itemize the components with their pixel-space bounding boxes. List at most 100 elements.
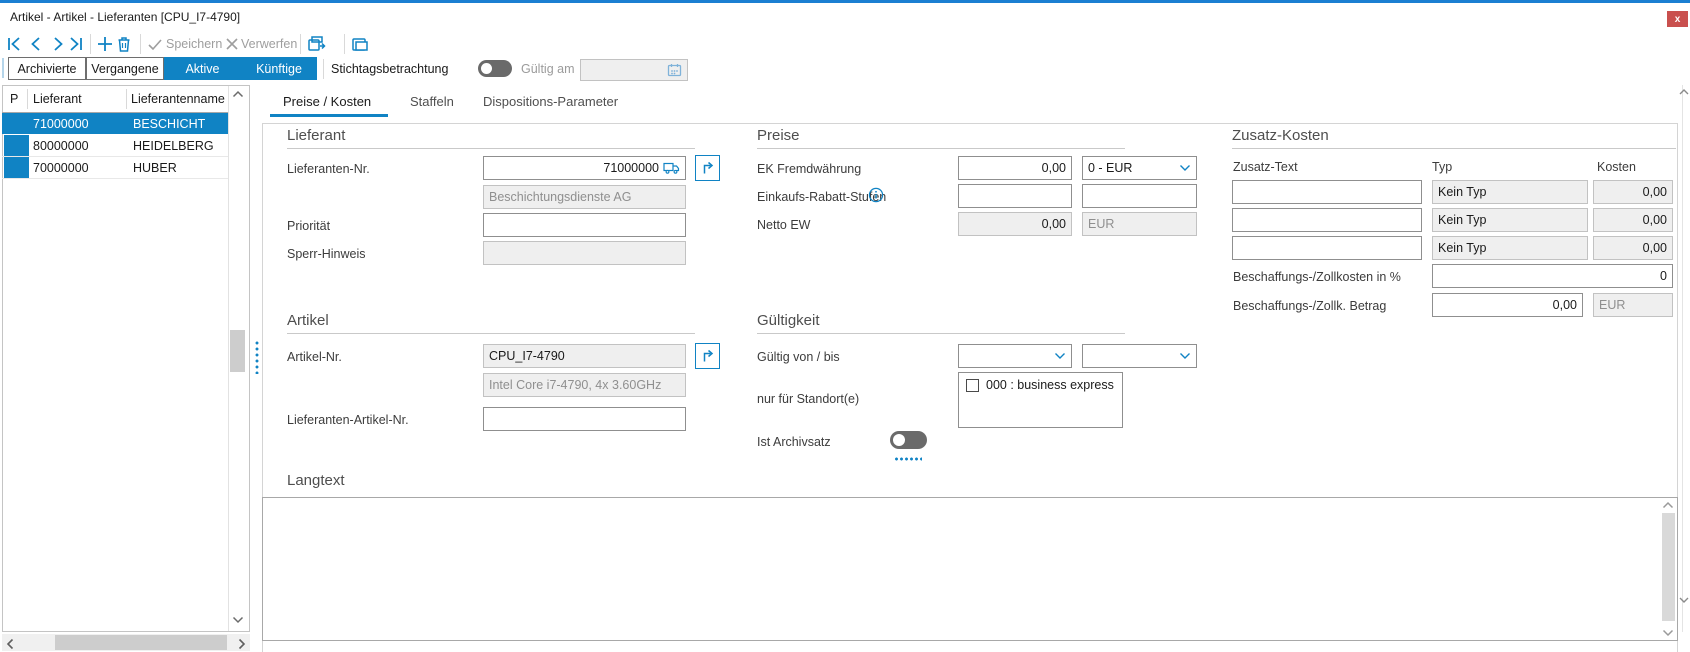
nav-last-button[interactable] — [66, 34, 86, 54]
column-header-lieferantenname[interactable]: Lieferantenname — [131, 92, 225, 106]
lieferanten-nr-input[interactable]: 71000000 — [483, 156, 686, 180]
delete-record-button[interactable] — [114, 34, 134, 54]
prioritaet-input[interactable] — [483, 213, 686, 237]
table-hscroll-thumb[interactable] — [55, 635, 227, 650]
netto-ew-value: 0,00 — [1042, 217, 1066, 231]
zollkosten-prozent-input[interactable]: 0 — [1432, 264, 1673, 288]
langtext-vscroll-up-arrow[interactable] — [1662, 501, 1674, 510]
x-icon — [224, 36, 240, 52]
table-vscroll-thumb[interactable] — [230, 330, 245, 372]
discard-button[interactable] — [222, 34, 242, 54]
section-divider — [757, 333, 1125, 334]
zusatz-typ-field-2[interactable]: Kein Typ — [1432, 208, 1588, 232]
supplier-name: HUBER — [133, 161, 177, 175]
standort-checkbox[interactable] — [966, 379, 979, 392]
zusatz-typ-field-3[interactable]: Kein Typ — [1432, 236, 1588, 260]
table-vscroll-down-arrow[interactable] — [232, 615, 244, 624]
supplier-name: HEIDELBERG — [133, 139, 214, 153]
table-vscroll-up-arrow[interactable] — [232, 90, 244, 99]
jump-arrow-icon — [701, 161, 715, 175]
tab-staffeln[interactable]: Staffeln — [410, 94, 454, 109]
ist-archivsatz-label: Ist Archivsatz — [757, 435, 831, 449]
filter-aktive-button[interactable]: Aktive — [164, 57, 241, 80]
zusatz-typ-value-3: Kein Typ — [1438, 241, 1486, 255]
standort-option[interactable]: 000 : business express — [959, 373, 1122, 397]
expander-dots-handle[interactable] — [894, 457, 922, 461]
filter-vergangene-button[interactable]: Vergangene — [86, 57, 164, 80]
supplier-row-selected[interactable]: 71000000 BESCHICHT — [2, 113, 228, 134]
langtext-vscroll-down-arrow[interactable] — [1662, 628, 1674, 637]
row-divider — [2, 178, 228, 179]
main-vscroll-up-arrow[interactable] — [1679, 88, 1689, 96]
panel-splitter-handle[interactable] — [255, 340, 259, 374]
lieferanten-artikel-nr-input[interactable] — [483, 407, 686, 431]
ek-fremdwaehrung-input[interactable]: 0,00 — [958, 156, 1072, 180]
add-record-button[interactable] — [95, 34, 115, 54]
zollkosten-betrag-input[interactable]: 0,00 — [1432, 293, 1583, 317]
info-icon[interactable] — [868, 187, 884, 203]
check-icon — [146, 35, 164, 53]
save-button[interactable] — [145, 34, 165, 54]
typ-column-label: Typ — [1432, 160, 1452, 174]
supplier-row[interactable]: 80000000 HEIDELBERG — [2, 135, 228, 156]
standorte-listbox[interactable]: 000 : business express — [958, 372, 1123, 428]
rabatt-stufe-input-2[interactable] — [1082, 184, 1197, 208]
netto-ew-currency: EUR — [1088, 217, 1114, 231]
tab-dispositions-parameter[interactable]: Dispositions-Parameter — [483, 94, 618, 109]
langtext-textarea[interactable] — [262, 497, 1678, 641]
rabatt-stufe-input-1[interactable] — [958, 184, 1072, 208]
gueltig-von-select[interactable] — [958, 344, 1072, 368]
ek-currency-value: 0 - EUR — [1088, 161, 1132, 175]
save-button-label[interactable]: Speichern — [166, 37, 222, 51]
section-title-artikel: Artikel — [287, 312, 329, 329]
zusatz-text-input-1[interactable] — [1232, 180, 1422, 204]
supplier-row[interactable]: 70000000 HUBER — [2, 157, 228, 178]
calendar-icon — [667, 63, 682, 77]
main-vscroll-down-arrow[interactable] — [1679, 596, 1689, 604]
supplier-number: 70000000 — [33, 161, 89, 175]
table-hscroll-left-arrow[interactable] — [6, 638, 15, 650]
nav-first-button[interactable] — [4, 34, 24, 54]
supplier-number: 80000000 — [33, 139, 89, 153]
priority-flag-cell — [4, 157, 29, 178]
gueltig-bis-select[interactable] — [1082, 344, 1197, 368]
section-title-gueltigkeit: Gültigkeit — [757, 312, 820, 329]
window-top-accent — [0, 0, 1690, 3]
section-divider — [757, 148, 1125, 149]
stichtag-toggle[interactable] — [478, 60, 512, 77]
open-artikel-button[interactable] — [695, 343, 720, 369]
main-vscroll-border — [1682, 85, 1683, 632]
ek-currency-select[interactable]: 0 - EUR — [1082, 156, 1197, 180]
supplier-truck-icon[interactable] — [663, 162, 680, 174]
nav-next-button[interactable] — [48, 34, 68, 54]
zusatz-kosten-value-2: 0,00 — [1643, 213, 1667, 227]
zusatz-typ-field-1[interactable]: Kein Typ — [1432, 180, 1588, 204]
tab-preise-kosten[interactable]: Preise / Kosten — [283, 94, 371, 109]
app-window: Artikel - Artikel - Lieferanten [CPU_I7-… — [0, 0, 1690, 652]
table-hscroll-right-arrow[interactable] — [237, 638, 246, 650]
zollkosten-betrag-value: 0,00 — [1553, 298, 1577, 312]
ist-archivsatz-toggle[interactable] — [890, 431, 927, 449]
zusatz-kosten-field-1: 0,00 — [1593, 180, 1673, 204]
langtext-vscroll-thumb[interactable] — [1662, 513, 1675, 621]
nav-previous-button[interactable] — [26, 34, 46, 54]
filter-archivierte-button[interactable]: Archivierte — [8, 57, 86, 80]
close-button[interactable]: x — [1667, 11, 1688, 27]
artikel-nr-label: Artikel-Nr. — [287, 350, 342, 364]
nav-next-icon — [49, 35, 67, 53]
nav-previous-icon — [27, 35, 45, 53]
toolbar-separator — [300, 34, 301, 54]
zusatz-text-input-2[interactable] — [1232, 208, 1422, 232]
column-header-lieferant[interactable]: Lieferant — [33, 92, 82, 106]
discard-button-label[interactable]: Verwerfen — [241, 37, 297, 51]
window-title: Artikel - Artikel - Lieferanten [CPU_I7-… — [10, 10, 240, 24]
goto-master-record-button[interactable] — [307, 34, 327, 54]
gueltig-von-bis-label: Gültig von / bis — [757, 350, 840, 364]
open-supplier-button[interactable] — [695, 155, 720, 181]
duplicate-window-button[interactable] — [350, 34, 370, 54]
column-header-p[interactable]: P — [10, 92, 18, 106]
gueltig-am-date-input[interactable] — [580, 59, 688, 81]
filter-kuenftige-button[interactable]: Künftige — [241, 57, 317, 80]
sperr-hinweis-label: Sperr-Hinweis — [287, 247, 366, 261]
zusatz-text-input-3[interactable] — [1232, 236, 1422, 260]
